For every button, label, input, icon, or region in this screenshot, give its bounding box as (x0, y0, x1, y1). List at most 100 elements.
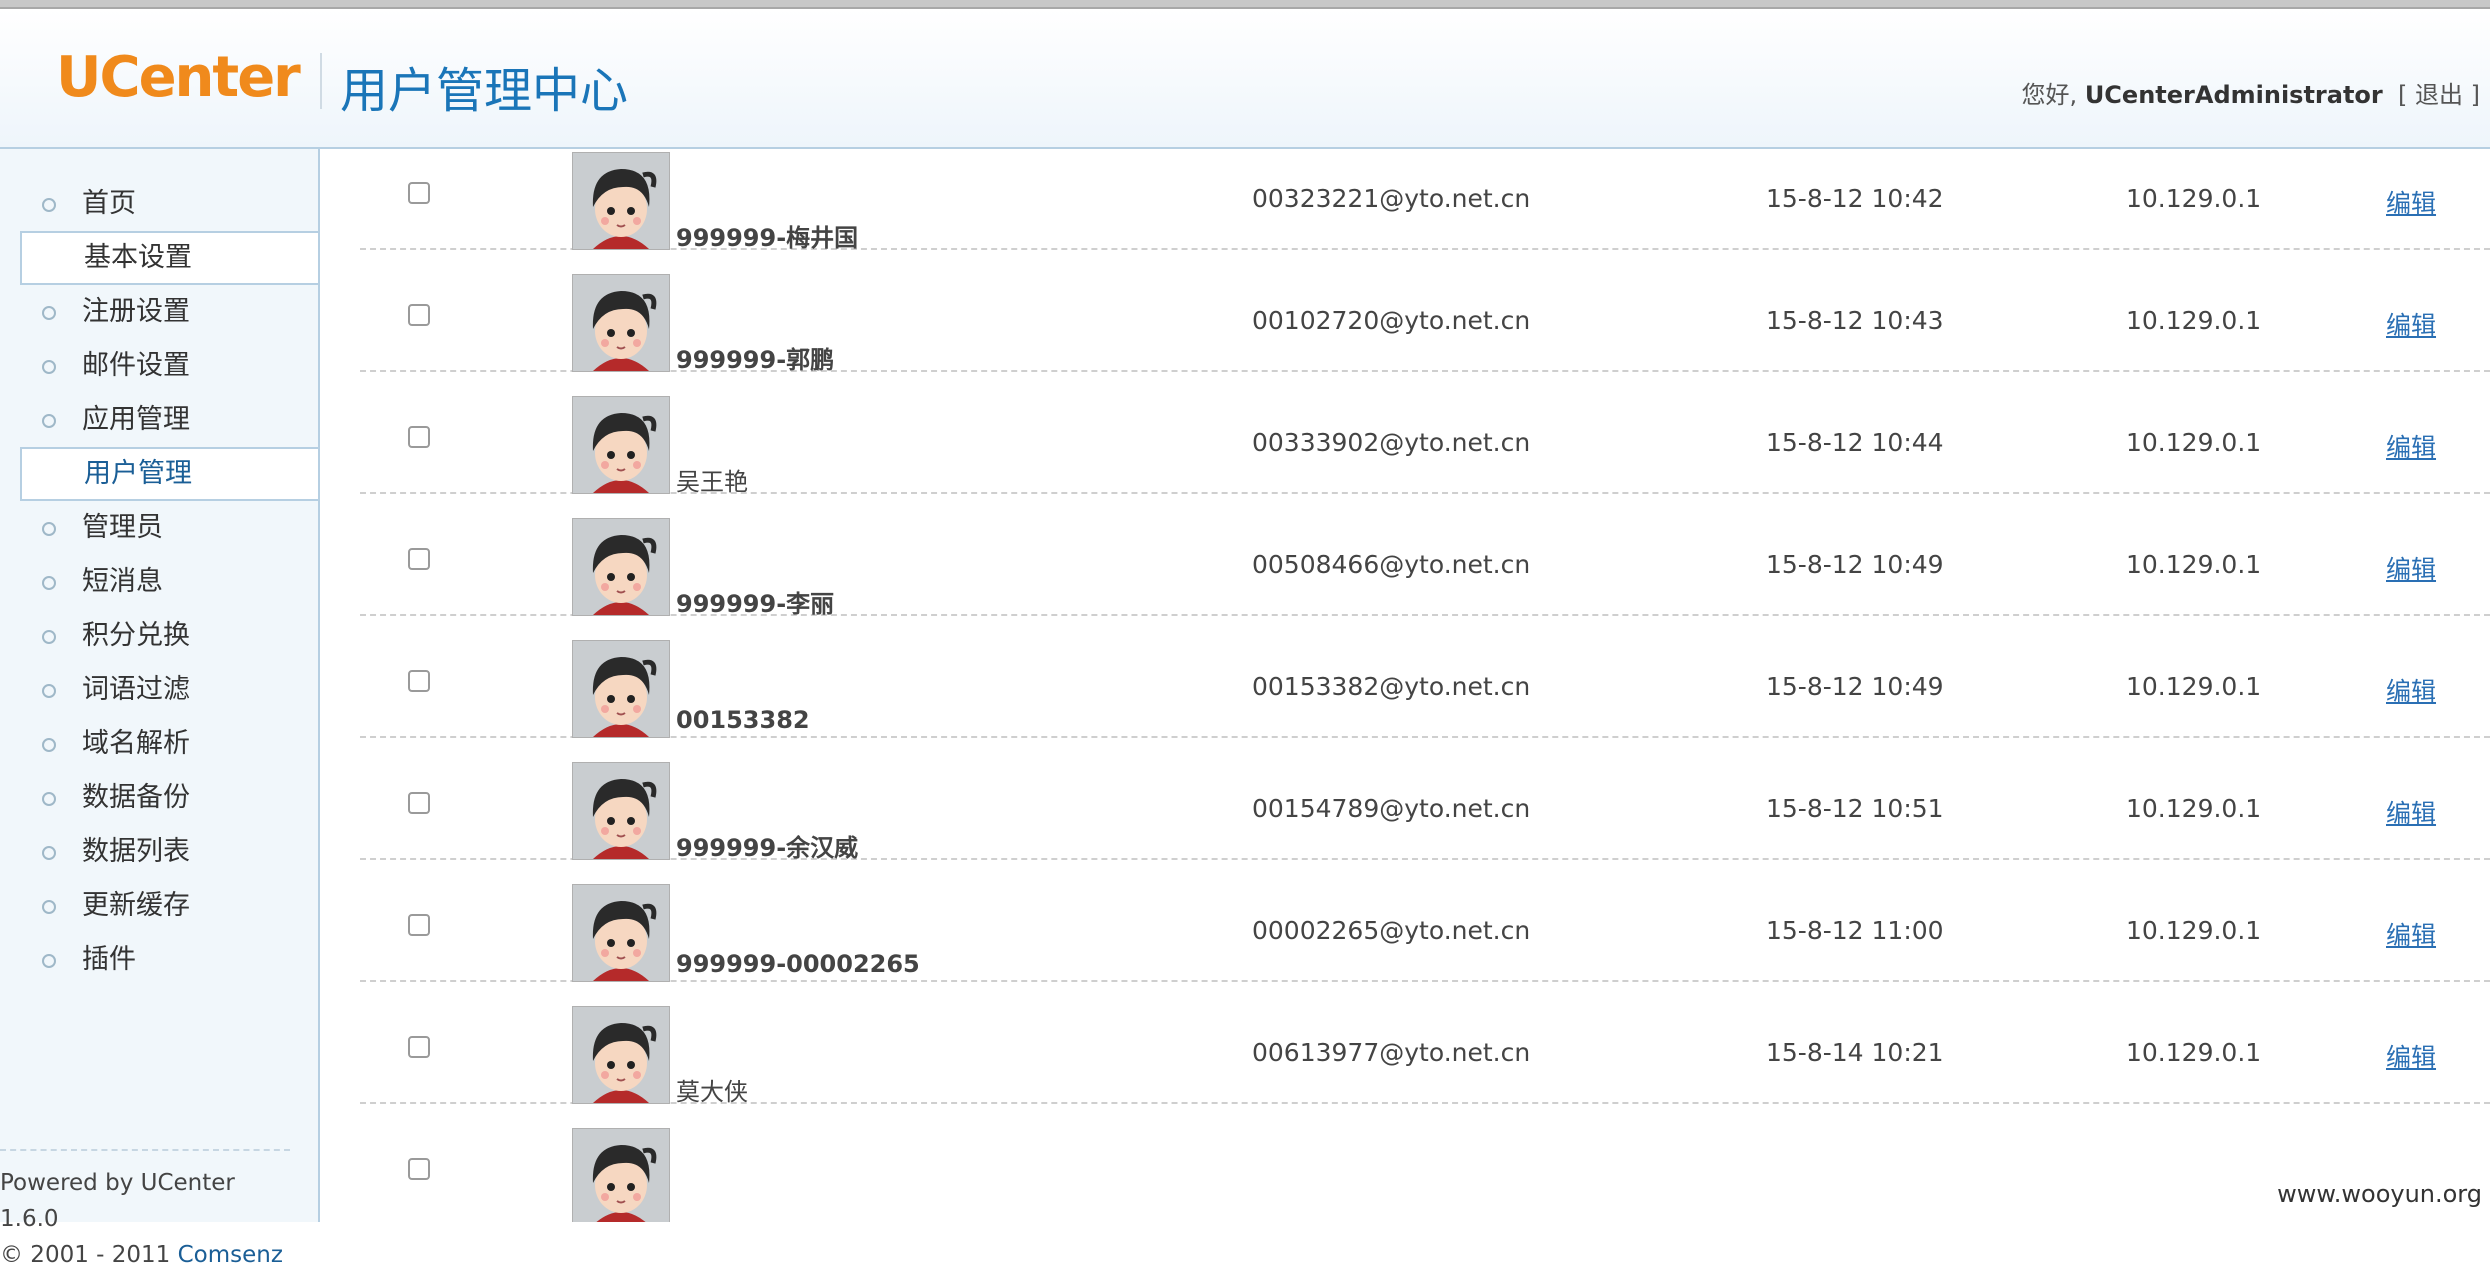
sidebar-item-13[interactable]: 更新缓存 (0, 879, 318, 933)
sidebar-section-5[interactable]: 用户管理 (20, 447, 318, 501)
table-row: 999999-郭鹏 00102720@yto.net.cn 15-8-12 10:4… (360, 248, 2490, 374)
user-list: 999999唐斯马编辑999999-梅井国00323221@yto.net.cn… (320, 0, 2490, 1222)
registration-ip: 10.129.0.1 (2126, 428, 2262, 457)
bullet-icon (42, 954, 56, 968)
registration-date: 15-8-14 10:21 (1766, 1038, 1944, 1067)
sidebar-item-label: 首页 (82, 188, 136, 219)
user-greeting: 您好, UCenterAdministrator [ 退出 ] (2022, 75, 2480, 110)
sidebar-item-label: 积分兑换 (82, 620, 190, 651)
watermark: www.wooyun.org (2277, 1180, 2482, 1208)
sidebar-item-label: 数据备份 (82, 782, 190, 813)
user-avatar (572, 884, 670, 982)
bullet-icon (42, 414, 56, 428)
registration-date: 15-8-12 10:49 (1766, 672, 1944, 701)
sidebar-item-10[interactable]: 域名解析 (0, 717, 318, 771)
registration-ip: 10.129.0.1 (2126, 1038, 2262, 1067)
sidebar-item-label: 数据列表 (82, 836, 190, 867)
row-checkbox[interactable] (408, 548, 430, 570)
logout-link[interactable]: [ 退出 ] (2398, 81, 2480, 109)
user-avatar (572, 152, 670, 250)
sidebar-item-11[interactable]: 数据备份 (0, 771, 318, 825)
sidebar-item-label: 应用管理 (82, 404, 190, 435)
user-email: 00613977@yto.net.cn (1252, 1038, 1531, 1067)
user-avatar (572, 518, 670, 616)
bullet-icon (42, 684, 56, 698)
user-email: 00508466@yto.net.cn (1252, 550, 1531, 579)
sidebar-item-label: 基本设置 (84, 242, 192, 273)
registration-ip: 10.129.0.1 (2126, 794, 2262, 823)
user-email: 00333902@yto.net.cn (1252, 428, 1531, 457)
current-username: UCenterAdministrator (2084, 81, 2383, 109)
sidebar-item-2[interactable]: 注册设置 (0, 285, 318, 339)
sidebar-item-label: 词语过滤 (82, 674, 190, 705)
registration-ip: 10.129.0.1 (2126, 306, 2262, 335)
sidebar-item-label: 更新缓存 (82, 890, 190, 921)
row-checkbox[interactable] (408, 914, 430, 936)
registration-date: 15-8-12 10:49 (1766, 550, 1944, 579)
logo-divider (320, 53, 322, 109)
user-avatar (572, 1128, 670, 1222)
row-checkbox[interactable] (408, 792, 430, 814)
sidebar-item-label: 用户管理 (84, 458, 192, 489)
sidebar-item-6[interactable]: 管理员 (0, 501, 318, 555)
sidebar-item-9[interactable]: 词语过滤 (0, 663, 318, 717)
bullet-icon (42, 846, 56, 860)
copyright: © 2001 - 2011 Comsenz (0, 1237, 290, 1273)
edit-link[interactable]: 编辑 (2386, 306, 2436, 342)
copyright-text: © 2001 - 2011 (0, 1242, 171, 1268)
sidebar-item-3[interactable]: 邮件设置 (0, 339, 318, 393)
bullet-icon (42, 360, 56, 374)
user-avatar (572, 396, 670, 494)
bullet-icon (42, 900, 56, 914)
row-checkbox[interactable] (408, 1158, 430, 1180)
bullet-icon (42, 576, 56, 590)
registration-date: 15-8-12 10:51 (1766, 794, 1944, 823)
registration-date: 15-8-12 10:44 (1766, 428, 1944, 457)
sidebar-item-label: 域名解析 (82, 728, 190, 759)
sidebar-section-1[interactable]: 基本设置 (20, 231, 318, 285)
sidebar-footer: Powered by UCenter 1.6.0 © 2001 - 2011 C… (0, 1149, 290, 1273)
table-row: 999999-00002265 00002265@yto.net.cn 15-8-1… (360, 858, 2490, 982)
edit-link[interactable]: 编辑 (2386, 1038, 2436, 1074)
user-email: 00323221@yto.net.cn (1252, 184, 1531, 213)
registration-ip: 10.129.0.1 (2126, 550, 2262, 579)
edit-link[interactable]: 编辑 (2386, 672, 2436, 708)
sidebar-item-label: 短消息 (82, 566, 163, 597)
edit-link[interactable]: 编辑 (2386, 428, 2436, 464)
registration-date: 15-8-12 10:43 (1766, 306, 1944, 335)
sidebar-item-label: 插件 (82, 944, 136, 975)
table-row: 吴王艳 00333902@yto.net.cn 15-8-12 10:44 10.12… (360, 370, 2490, 496)
sidebar: 首页基本设置注册设置邮件设置应用管理用户管理管理员短消息积分兑换词语过滤域名解析… (0, 149, 320, 1268)
row-checkbox[interactable] (408, 182, 430, 204)
row-checkbox[interactable] (408, 426, 430, 448)
row-checkbox[interactable] (408, 1036, 430, 1058)
sidebar-item-label: 注册设置 (82, 296, 190, 327)
sidebar-item-8[interactable]: 积分兑换 (0, 609, 318, 663)
row-checkbox[interactable] (408, 670, 430, 692)
table-row: 999999-余汉威 00154789@yto.net.cn 15-8-12 10:… (360, 736, 2490, 862)
row-checkbox[interactable] (408, 304, 430, 326)
user-avatar (572, 762, 670, 860)
sidebar-item-4[interactable]: 应用管理 (0, 393, 318, 447)
sidebar-item-7[interactable]: 短消息 (0, 555, 318, 609)
page-title: 用户管理中心 (340, 63, 629, 119)
sidebar-item-14[interactable]: 插件 (0, 933, 318, 987)
user-email: 00002265@yto.net.cn (1252, 916, 1531, 945)
edit-link[interactable]: 编辑 (2386, 916, 2436, 952)
user-email: 00102720@yto.net.cn (1252, 306, 1531, 335)
sidebar-item-0[interactable]: 首页 (0, 177, 318, 231)
registration-ip: 10.129.0.1 (2126, 184, 2262, 213)
edit-link[interactable]: 编辑 (2386, 184, 2436, 220)
table-row: 莫大侠 00613977@yto.net.cn 15-8-14 10:21 10.12… (360, 980, 2490, 1106)
sidebar-item-12[interactable]: 数据列表 (0, 825, 318, 879)
edit-link[interactable]: 编辑 (2386, 550, 2436, 586)
sidebar-item-label: 管理员 (82, 512, 163, 543)
bullet-icon (42, 630, 56, 644)
bullet-icon (42, 738, 56, 752)
username: 00153382 (676, 706, 810, 734)
edit-link[interactable]: 编辑 (2386, 794, 2436, 830)
table-row: 00153382 00153382@yto.net.cn 15-8-12 10:49… (360, 614, 2490, 738)
powered-by: Powered by UCenter 1.6.0 (0, 1170, 235, 1232)
comsenz-link[interactable]: Comsenz (178, 1242, 283, 1268)
username: 999999-00002265 (676, 950, 920, 978)
